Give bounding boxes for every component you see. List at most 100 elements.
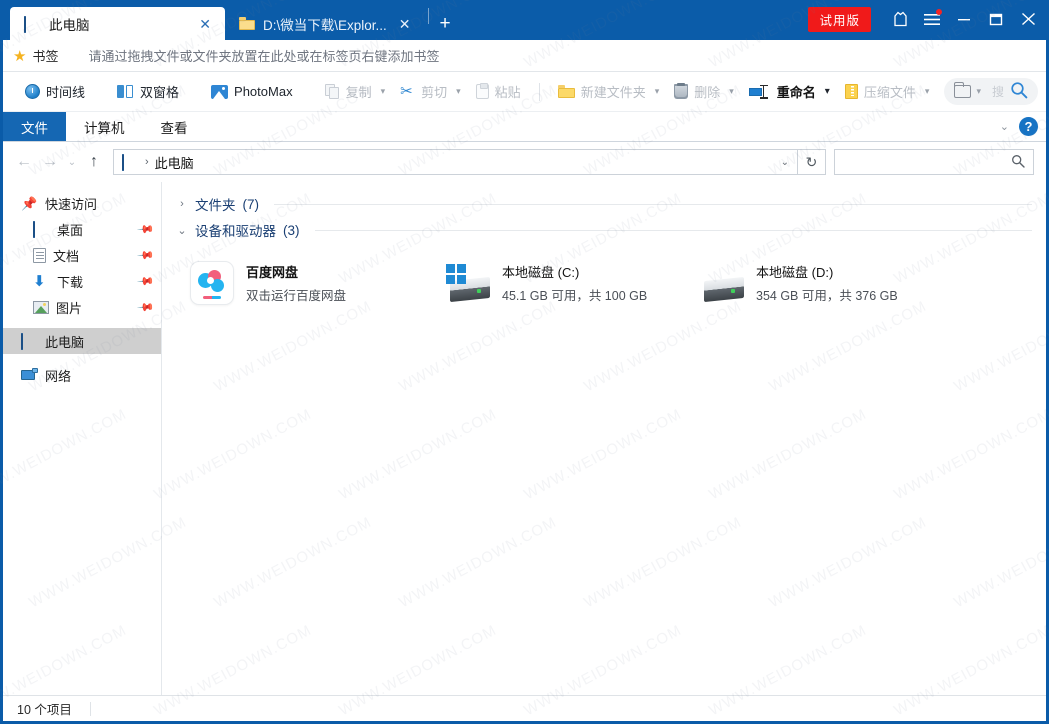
photo-icon [211,84,229,99]
toolbar: 时间线 双窗格 PhotoMax 复制 ▾ ✂ 剪切 ▾ 粘贴 新建文件夹 ▾ … [3,72,1046,112]
chevron-down-icon[interactable]: ⌄ [1000,120,1009,133]
trial-badge[interactable]: 试用版 [808,6,871,32]
drive-tile-list: 百度网盘 双击运行百度网盘 本地磁盘 (C:) 45.1 GB 可用，共 100… [176,244,1046,314]
star-icon: ★ [13,47,27,65]
sidebar-item-network[interactable]: 网络 [3,362,161,388]
menu-item-file[interactable]: 文件 [3,112,66,141]
list-item[interactable]: 本地磁盘 (C:) 45.1 GB 可用，共 100 GB [440,252,694,314]
item-title: 本地磁盘 (C:) [502,265,580,280]
breadcrumb-separator: › [145,156,149,168]
chevron-down-icon[interactable]: ⌄ [176,224,188,237]
group-header-folders[interactable]: › 文件夹 (7) [176,192,1046,216]
copy-button[interactable]: 复制 [317,78,380,105]
file-list-pane: › 文件夹 (7) ⌄ 设备和驱动器 (3) 百度网盘 双击运行百度网盘 本地磁… [162,182,1046,695]
sidebar-item-desktop[interactable]: 桌面 📌 [3,216,161,242]
title-bar: 此电脑 ✕ D:\微当下载\Explor... ✕ + 试用版 [0,0,1049,40]
bookmark-bar: ★ 书签 请通过拖拽文件或文件夹放置在此处或在标签页右键添加书签 [3,40,1046,72]
list-item[interactable]: 本地磁盘 (D:) 354 GB 可用，共 376 GB [694,252,948,314]
compress-button[interactable]: 压缩文件 [837,78,924,105]
sidebar-item-label: 下载 [57,274,84,290]
monitor-icon [24,15,41,33]
cut-dropdown-caret[interactable]: ▾ [455,86,468,97]
back-arrow-icon[interactable]: ← [11,149,37,175]
delete-button[interactable]: 删除 [666,78,728,105]
paste-button[interactable]: 粘贴 [468,78,529,105]
capacity-text: 354 GB 可用，共 376 GB [756,289,898,303]
rename-dropdown-caret[interactable]: ▾ [824,86,837,97]
new-tab-button[interactable]: + [436,14,459,40]
window-controls: 试用版 [808,0,1049,38]
menu-bar: 文件 计算机 查看 ⌄ ? [3,112,1046,142]
cut-button[interactable]: ✂ 剪切 [392,78,455,105]
clock-icon [25,84,40,99]
rename-button[interactable]: 重命名 [741,78,824,105]
sidebar-item-label: 快速访问 [45,196,98,212]
group-header-devices[interactable]: ⌄ 设备和驱动器 (3) [176,218,1046,242]
sidebar-item-quick-access[interactable]: 📌 快速访问 [3,190,161,216]
history-dropdown-caret[interactable]: ⌄ [63,149,81,175]
tab-close-icon[interactable]: ✕ [395,15,415,33]
list-item-text: 本地磁盘 (C:) 45.1 GB 可用，共 100 GB [502,262,690,304]
search-icon[interactable] [1008,81,1028,102]
breadcrumb-current[interactable]: 此电脑 [155,153,194,172]
sidebar-item-documents[interactable]: 文档 📌 [3,242,161,268]
tab-this-pc[interactable]: 此电脑 ✕ [10,7,225,40]
photomax-button[interactable]: PhotoMax [203,80,301,103]
minimize-icon[interactable] [949,4,979,34]
help-button[interactable]: ? [1019,117,1038,136]
hamburger-menu-icon[interactable] [917,4,947,34]
pin-icon[interactable]: 📌 [137,298,156,316]
menu-item-computer[interactable]: 计算机 [66,112,143,141]
refresh-button[interactable]: ↻ [798,149,826,175]
pin-icon[interactable]: 📌 [137,272,156,290]
sidebar-item-label: 文档 [53,248,80,264]
sidebar-item-label: 桌面 [57,222,84,238]
new-folder-button[interactable]: 新建文件夹 [550,78,654,105]
bookmark-label[interactable]: 书签 [32,46,58,65]
scissors-icon: ✂ [400,83,413,100]
dual-pane-button[interactable]: 双窗格 [109,78,187,105]
folder-view-icon[interactable] [954,82,972,98]
paste-label: 粘贴 [494,85,521,100]
shirt-icon[interactable] [885,4,915,34]
windows-drive-icon [444,264,490,303]
new-folder-label: 新建文件夹 [580,85,646,100]
new-folder-dropdown-caret[interactable]: ▾ [654,86,667,97]
search-input[interactable] [834,149,1034,175]
drive-icon [698,264,744,303]
pin-icon[interactable]: 📌 [137,220,156,238]
capacity-text: 45.1 GB 可用，共 100 GB [502,289,648,303]
compress-dropdown-caret[interactable]: ▾ [924,86,937,97]
rename-icon [748,84,771,99]
item-title: 本地磁盘 (D:) [756,265,834,280]
tab-explorer-folder[interactable]: D:\微当下载\Explor... ✕ [225,7,425,40]
chevron-right-icon[interactable]: › [176,198,188,210]
item-title: 百度网盘 [246,265,299,280]
delete-dropdown-caret[interactable]: ▾ [728,86,741,97]
forward-arrow-icon[interactable]: → [37,149,63,175]
list-item-text: 百度网盘 双击运行百度网盘 [246,262,436,304]
dual-pane-label: 双窗格 [140,85,180,100]
sidebar-item-downloads[interactable]: ⬇ 下载 📌 [3,268,161,294]
sidebar-item-pictures[interactable]: 图片 📌 [3,294,161,320]
up-arrow-icon[interactable]: ↑ [81,149,107,175]
menu-item-view[interactable]: 查看 [143,112,206,141]
timeline-button[interactable]: 时间线 [17,78,93,105]
tab-close-icon[interactable]: ✕ [195,15,215,33]
zip-icon [844,84,858,99]
monitor-icon [122,154,139,171]
rename-label: 重命名 [776,85,816,100]
copy-dropdown-caret[interactable]: ▾ [380,86,393,97]
baidu-netdisk-icon [190,261,234,305]
pin-icon[interactable]: 📌 [137,246,156,264]
group-rule [274,203,1032,205]
close-icon[interactable] [1013,4,1043,34]
breadcrumb-dropdown-caret[interactable]: ⌄ [781,157,789,168]
search-icon[interactable] [1011,154,1025,171]
sidebar-item-this-pc[interactable]: 此电脑 [3,328,161,354]
delete-label: 删除 [694,85,721,100]
breadcrumb[interactable]: › 此电脑 ⌄ [113,149,798,175]
list-item[interactable]: 百度网盘 双击运行百度网盘 [186,252,440,314]
folder-view-caret[interactable]: ▾ [975,86,988,97]
maximize-icon[interactable] [981,4,1011,34]
